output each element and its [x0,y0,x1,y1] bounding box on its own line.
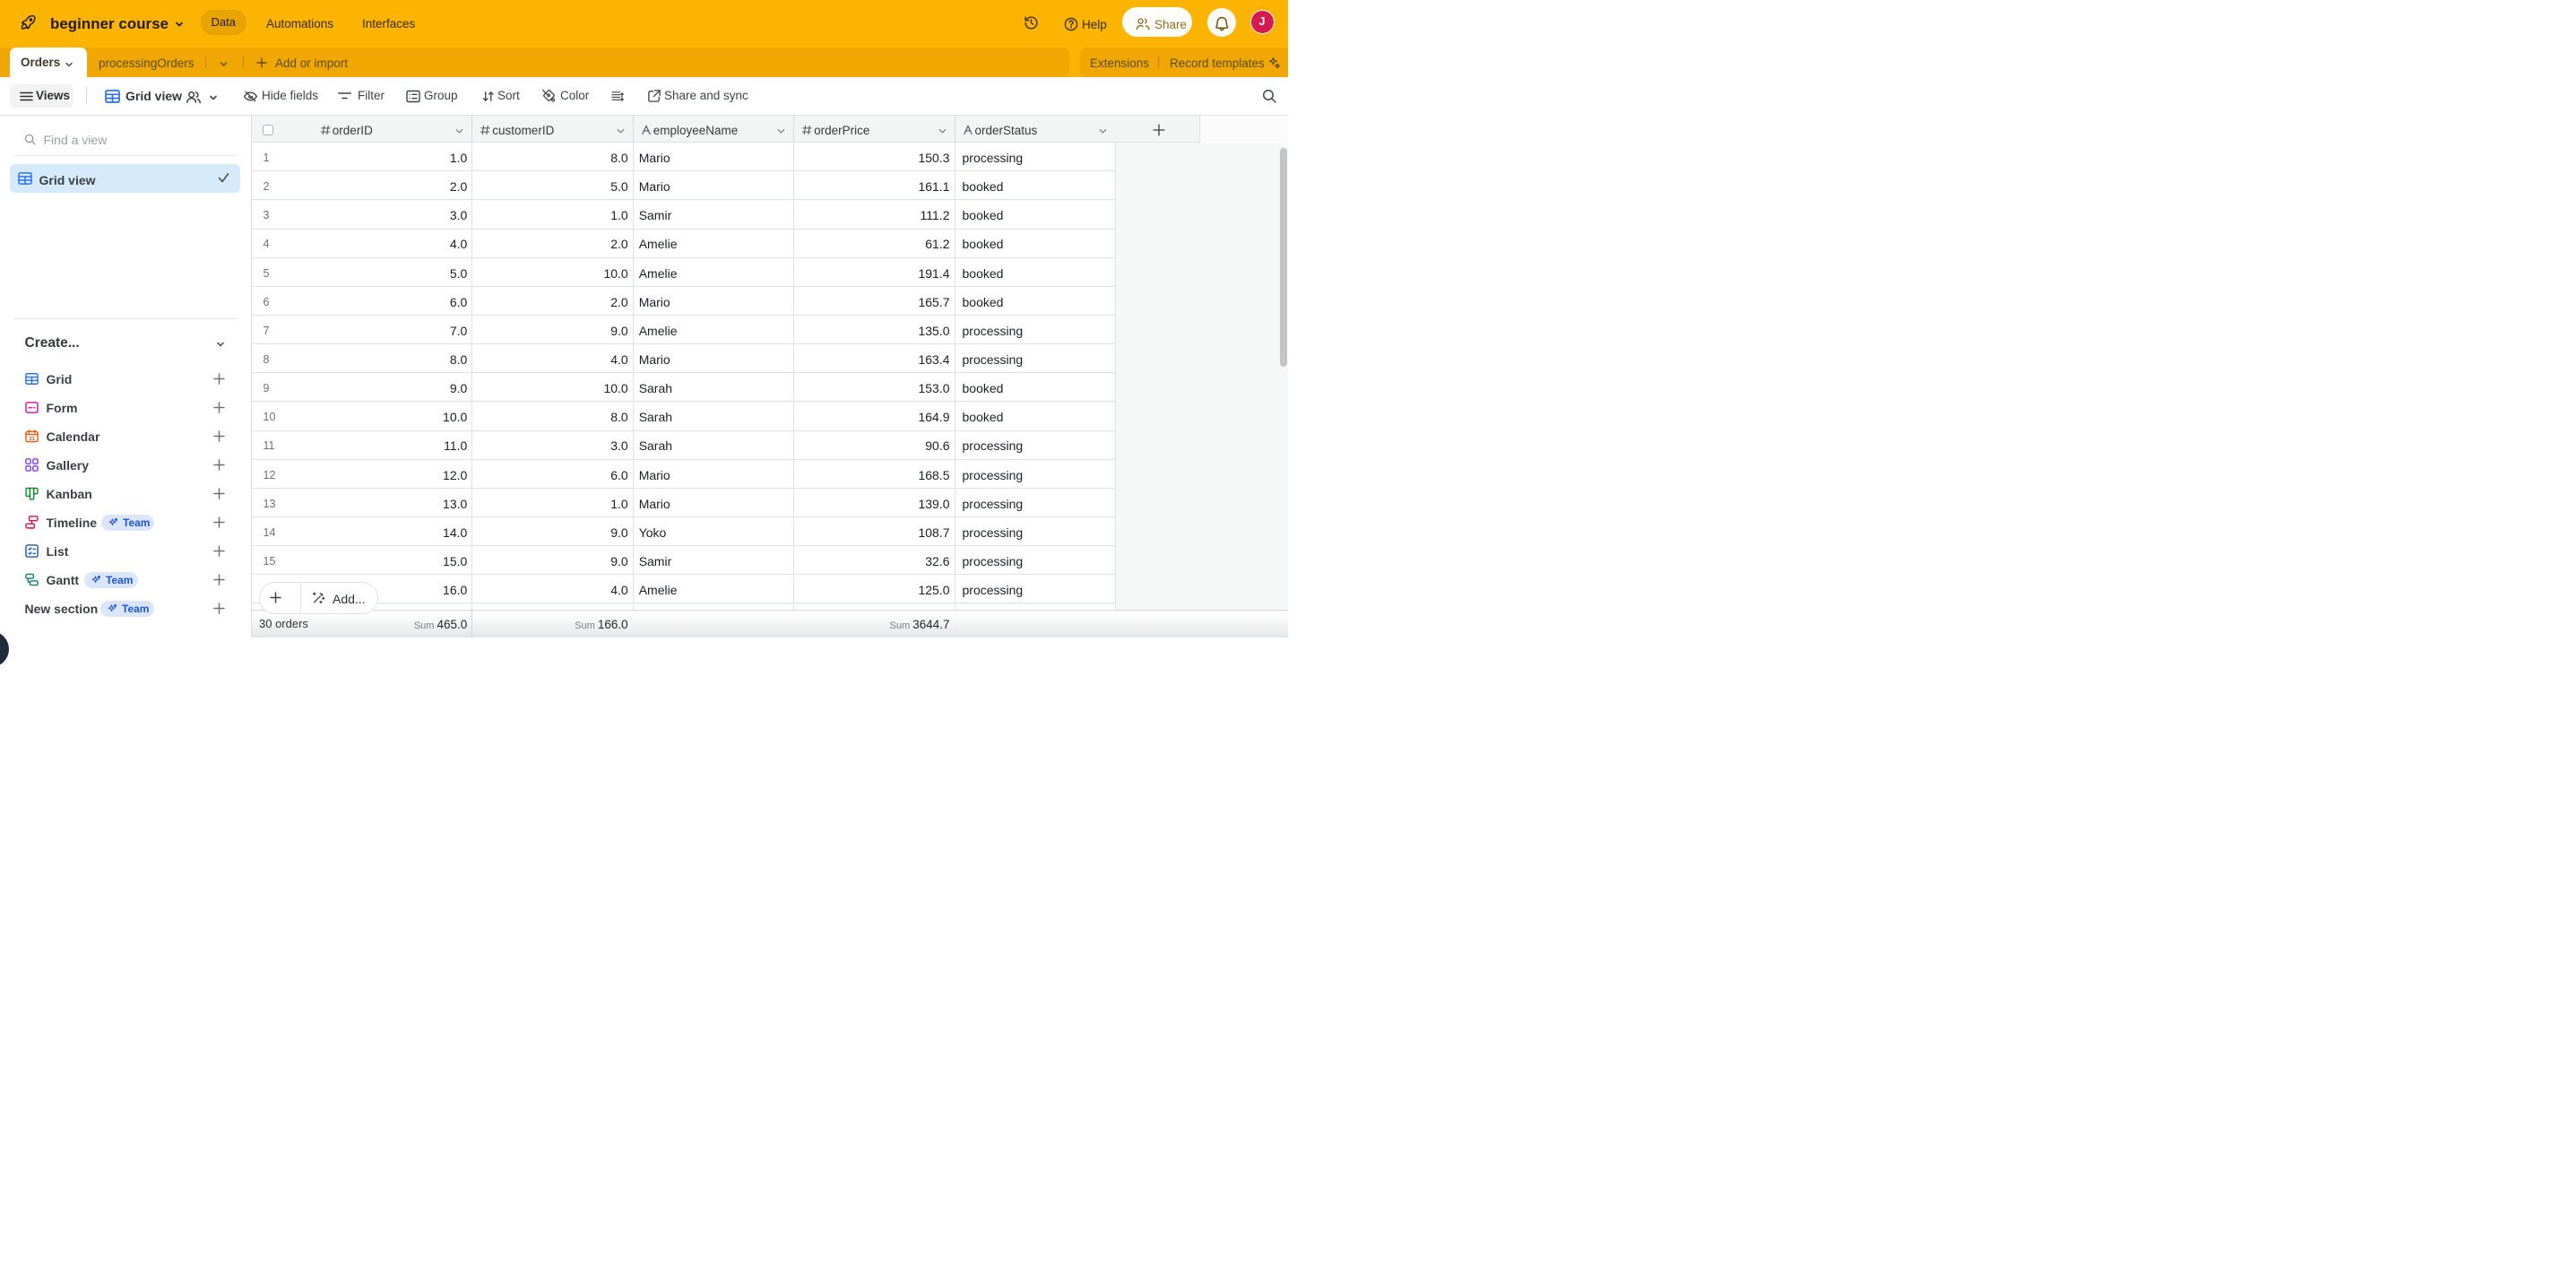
svg-text:31: 31 [29,436,35,442]
